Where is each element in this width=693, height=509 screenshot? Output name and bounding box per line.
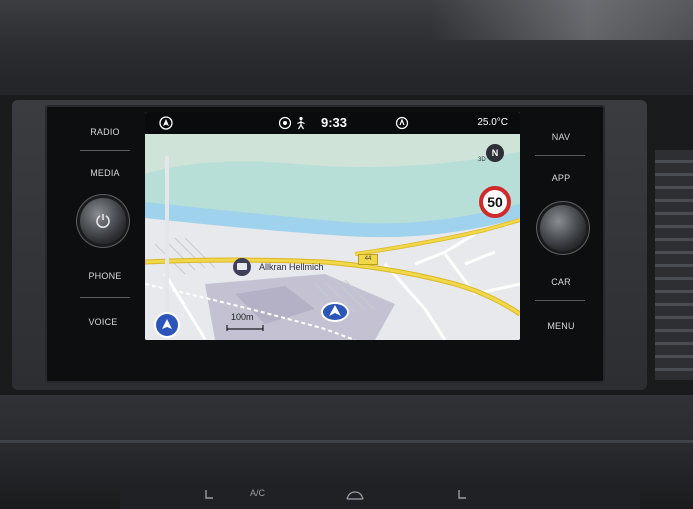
- power-volume-knob[interactable]: [80, 198, 126, 244]
- clock: 9:33: [321, 115, 348, 130]
- dashboard-top: [0, 0, 693, 95]
- signal-icon: [395, 116, 409, 130]
- power-icon: [96, 214, 110, 228]
- poi-marker[interactable]: [233, 258, 251, 276]
- touchscreen[interactable]: 9:33 25.0°C N 3D 50 44 Allkran Hellmich …: [145, 112, 520, 340]
- menu-button[interactable]: MENU: [535, 321, 587, 331]
- phone-button[interactable]: PHONE: [79, 271, 131, 281]
- arrow-up-icon: [162, 319, 172, 329]
- separator: [535, 300, 585, 301]
- voice-button[interactable]: VOICE: [77, 317, 129, 327]
- car-button[interactable]: CAR: [535, 277, 587, 287]
- separator: [535, 155, 585, 156]
- zoom-slider[interactable]: [165, 156, 169, 316]
- air-vent: [655, 150, 693, 380]
- separator: [80, 150, 130, 151]
- seat-heating-icon[interactable]: [202, 488, 216, 502]
- status-bar: 9:33 25.0°C: [145, 112, 520, 134]
- compass-button[interactable]: N: [486, 144, 504, 162]
- poi-label[interactable]: Allkran Hellmich: [259, 262, 324, 272]
- pedestrian-icon: [297, 116, 305, 130]
- radio-button[interactable]: RADIO: [79, 127, 131, 137]
- current-position-icon: [321, 302, 349, 322]
- ac-button[interactable]: A/C: [250, 488, 265, 498]
- seat-heating-right-icon[interactable]: [455, 488, 469, 502]
- dashboard-trim: [0, 440, 693, 443]
- scale-label: 100m: [231, 312, 254, 322]
- app-button[interactable]: APP: [535, 173, 587, 183]
- outside-temperature: 25.0°C: [477, 117, 508, 128]
- navigation-arrow-icon[interactable]: [159, 116, 173, 130]
- recirculation-icon[interactable]: [345, 490, 365, 502]
- location-sharing-icon: [278, 116, 292, 130]
- navigation-map[interactable]: [145, 134, 520, 340]
- map-mode-label: 3D: [478, 157, 486, 163]
- media-button[interactable]: MEDIA: [79, 168, 131, 178]
- nav-button[interactable]: NAV: [535, 132, 587, 142]
- speed-limit-sign: 50: [479, 186, 511, 218]
- tune-scroll-knob[interactable]: [540, 205, 586, 251]
- climate-control-panel: [120, 482, 640, 509]
- separator: [80, 297, 130, 298]
- road-number-badge: 44: [358, 254, 378, 265]
- zoom-slider-handle[interactable]: [156, 314, 178, 336]
